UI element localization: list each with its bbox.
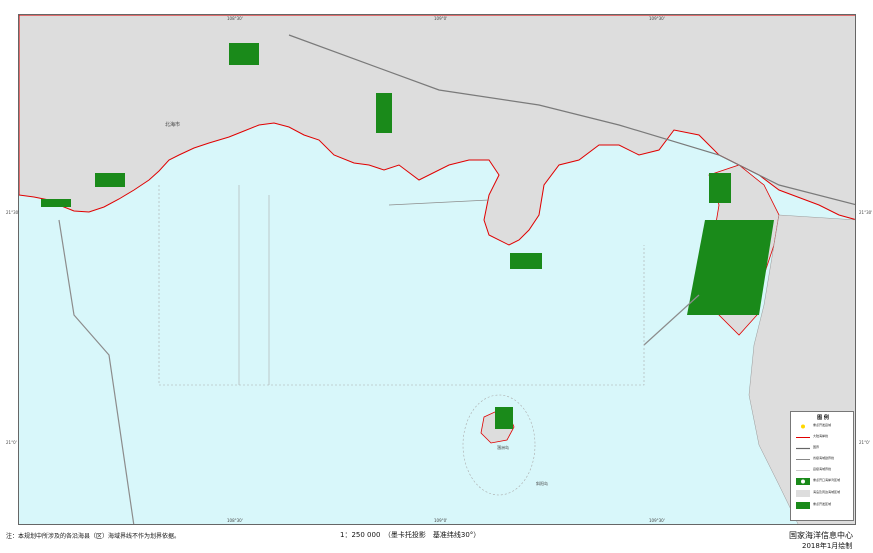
- green-box-icon: [796, 502, 810, 509]
- legend-item: 国界: [793, 444, 853, 453]
- map-drawing: [19, 15, 855, 524]
- legend: 图 例 重点开发县城 大陆海岸线 国界 省级海域勘界线 县级海域界线 重点开口海…: [790, 411, 854, 521]
- tick-top-3: 109°30': [649, 16, 665, 21]
- protected-area-1: [229, 43, 259, 65]
- legend-title: 图 例: [817, 415, 829, 421]
- legend-label: 省级海域勘界线: [813, 456, 835, 460]
- legend-item: 县级海域界线: [793, 466, 853, 475]
- legend-item: 省级海域勘界线: [793, 455, 853, 464]
- scale-text: 1：250 000 （墨卡托投影 基准纬线30°）: [340, 531, 481, 539]
- protected-area-5: [510, 253, 542, 269]
- place-label-weizhou: 涠洲岛: [497, 445, 509, 450]
- tick-bottom-3: 109°30': [649, 518, 665, 523]
- gray-box-icon: [796, 490, 810, 497]
- legend-label: 重点开发县城: [813, 423, 832, 427]
- protected-area-3: [95, 173, 125, 187]
- sea-boundary-east: [643, 294, 700, 346]
- place-label-beihai: 北海市: [165, 122, 181, 128]
- organization-name: 国家海洋信息中心: [789, 531, 853, 540]
- tick-right-2: 21°0': [859, 440, 870, 445]
- protected-area-8: [495, 407, 513, 429]
- yellow-dot-icon: [801, 424, 805, 429]
- dashed-zone: [158, 185, 645, 386]
- protected-area-2: [376, 93, 392, 133]
- legend-label: 大陆海岸线: [813, 434, 829, 438]
- legend-item: 重点开发区域: [793, 501, 853, 510]
- red-line-icon: [796, 437, 810, 438]
- protected-area-4: [41, 199, 71, 207]
- zone-line-3: [388, 199, 490, 206]
- tick-top-2: 109°0': [434, 16, 448, 21]
- tick-bottom-2: 109°0': [434, 518, 448, 523]
- legend-label: 重点开口海岸湾区域: [813, 478, 841, 482]
- protected-area-7: [687, 220, 774, 315]
- legend-label: 县级海域界线: [813, 467, 832, 471]
- legend-label: 海岛及周边海域区域: [813, 490, 841, 494]
- footer-note: 注：本规划中所涉及的各沿海县（区）海域界线不作为划界依据。: [6, 533, 181, 540]
- protected-area-6: [709, 173, 731, 203]
- thin-line-icon: [796, 470, 810, 471]
- dark-line-icon: [796, 459, 810, 460]
- legend-item: 大陆海岸线: [793, 433, 853, 442]
- draw-date: 2018年1月绘制: [802, 542, 853, 550]
- tick-left-2: 21°0': [6, 440, 17, 445]
- legend-label: 国界: [813, 445, 820, 449]
- legend-item: 重点开发县城: [793, 422, 853, 431]
- map-canvas[interactable]: 108°30' 109°0' 109°30' 108°30' 109°0' 10…: [18, 14, 856, 525]
- green-circle-icon: [796, 478, 810, 485]
- legend-item: 海岛及周边海域区域: [793, 489, 853, 498]
- tick-bottom-1: 108°30': [227, 518, 243, 523]
- legend-item: 重点开口海岸湾区域: [793, 477, 853, 486]
- tick-right-1: 21°30': [859, 210, 873, 215]
- legend-label: 重点开发区域: [813, 502, 832, 506]
- tick-left-1: 21°30': [6, 210, 20, 215]
- tick-top-1: 108°30': [227, 16, 243, 21]
- place-label-xieyang: 斜阳岛: [536, 481, 548, 486]
- sea-boundary-west: [58, 219, 135, 524]
- gray-line-icon: [796, 447, 810, 450]
